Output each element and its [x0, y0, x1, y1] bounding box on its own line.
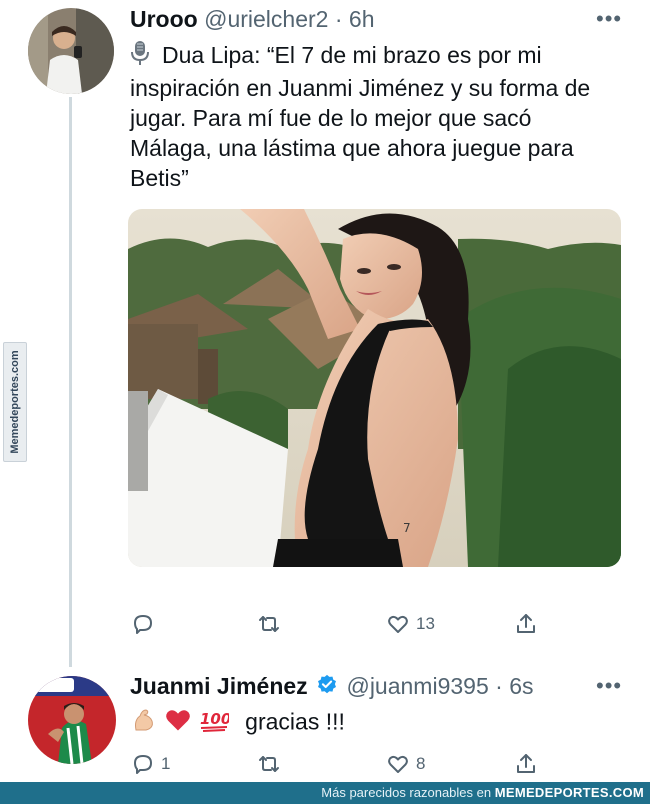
more-options-button[interactable]: ••• — [596, 6, 622, 32]
tweet-text-line-2: inspiración en Juanmi Jiménez y su forma… — [130, 75, 591, 102]
display-name[interactable]: Urooo — [130, 6, 198, 32]
tweet-action-bar: 13 — [131, 612, 551, 642]
reply-icon — [134, 615, 152, 634]
tweet-header: Urooo @urielcher2 · 6h — [130, 6, 375, 33]
share-button[interactable] — [514, 612, 538, 636]
footer-brand[interactable]: MEMEDEPORTES.COM — [495, 785, 644, 800]
reply-text: 100 gracias !!! — [130, 706, 630, 741]
dot-separator: · — [488, 673, 510, 699]
retweet-icon — [259, 616, 279, 632]
like-icon — [388, 615, 408, 633]
like-count: 13 — [416, 614, 435, 633]
reply-button[interactable] — [131, 612, 161, 636]
svg-text:7: 7 — [403, 521, 411, 535]
reply-icon — [134, 755, 152, 774]
reply-count: 1 — [161, 754, 171, 773]
photo-scene: 7 — [128, 209, 621, 567]
more-options-button[interactable]: ••• — [596, 673, 622, 699]
tweet-text-line-1: Dua Lipa: “El 7 de mi brazo es por mi — [130, 40, 640, 73]
watermark-footer-bar: Más parecidos razonables en MEMEDEPORTES… — [0, 782, 650, 804]
share-icon — [517, 614, 535, 633]
verified-badge-icon — [316, 674, 338, 702]
tweet-text-line-3: jugar. Para mí fue de lo mejor que sacó — [130, 105, 532, 132]
tweet-original: Urooo @urielcher2 · 6h ••• Dua Lipa: “El… — [0, 0, 650, 660]
tweet-reply: Juanmi Jiménez @juanmi9395 · 6s ••• 100 — [0, 660, 650, 782]
user-avatar-juanmi[interactable] — [28, 676, 116, 764]
display-name[interactable]: Juanmi Jiménez — [130, 673, 308, 699]
share-icon — [517, 754, 535, 773]
like-button[interactable]: 8 — [386, 752, 425, 776]
tweet-time[interactable]: 6s — [509, 673, 533, 699]
avatar-photo — [28, 8, 114, 94]
like-count: 8 — [416, 754, 426, 773]
tweet-text-line-5: Betis” — [130, 165, 189, 192]
user-handle[interactable]: @urielcher2 — [204, 6, 328, 32]
like-button[interactable]: 13 — [386, 612, 435, 636]
tweet-action-bar: 1 8 — [131, 752, 551, 782]
svg-text:100: 100 — [200, 710, 229, 728]
hundred-points-icon: 100 — [199, 706, 231, 741]
footer-prefix: Más parecidos razonables en — [321, 785, 492, 800]
retweet-icon — [259, 756, 279, 772]
dot-separator: · — [328, 6, 349, 32]
tweet-time[interactable]: 6h — [349, 6, 375, 32]
user-avatar-urooo[interactable] — [28, 8, 114, 94]
share-button[interactable] — [514, 752, 538, 776]
tweet-header: Juanmi Jiménez @juanmi9395 · 6s — [130, 673, 534, 702]
microphone-icon — [130, 40, 150, 73]
retweet-button[interactable] — [257, 752, 287, 776]
tweet-media-photo[interactable]: 7 — [128, 209, 621, 567]
reply-text-content: gracias !!! — [245, 708, 345, 735]
watermark-footer-text: Más parecidos razonables en MEMEDEPORTES… — [321, 785, 644, 800]
tweet-text: Dua Lipa: “El 7 de mi brazo es por mi in… — [130, 40, 640, 193]
tweet-text-line-4: Málaga, una lástima que ahora juegue par… — [130, 135, 574, 162]
user-handle[interactable]: @juanmi9395 — [346, 673, 488, 699]
avatar-photo — [28, 676, 116, 764]
like-icon — [388, 755, 408, 773]
red-heart-icon — [164, 706, 192, 741]
flexed-biceps-icon — [130, 706, 158, 741]
retweet-button[interactable] — [257, 612, 287, 636]
reply-button[interactable]: 1 — [131, 752, 170, 776]
